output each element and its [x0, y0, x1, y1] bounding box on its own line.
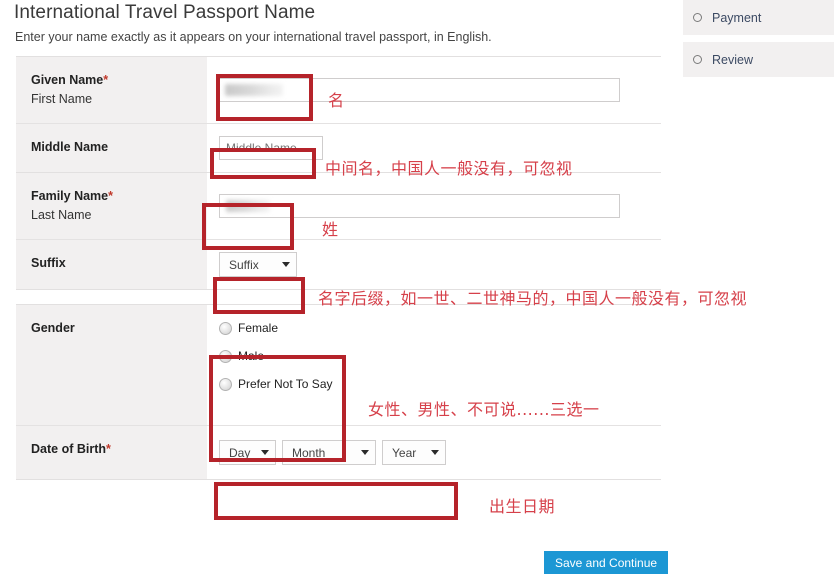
gender-option-female[interactable]: Female [219, 321, 333, 335]
circle-outline-icon [693, 55, 702, 64]
family-name-input[interactable] [219, 194, 620, 218]
suffix-select[interactable]: Suffix [219, 252, 297, 277]
sidebar-step-payment[interactable]: Payment [683, 0, 834, 35]
checkout-steps-sidebar: Payment Review [683, 0, 834, 77]
family-name-field-cell [207, 173, 661, 239]
annotation-text-suffix: 名字后缀，如一世、二世神马的，中国人一般没有，可忽视 [318, 289, 748, 308]
birth-day-value: Day [229, 445, 251, 460]
chevron-down-icon [361, 450, 369, 455]
form-row-date-of-birth: Date of Birth* Day Month Year [16, 425, 661, 479]
gender-option-prefer-not-to-say-label: Prefer Not To Say [238, 377, 333, 391]
given-name-label: Given Name* First Name [16, 57, 207, 123]
suffix-label-text: Suffix [31, 256, 66, 270]
radio-icon [219, 377, 232, 391]
birth-year-value: Year [392, 445, 417, 460]
save-and-continue-button[interactable]: Save and Continue [544, 551, 669, 574]
suffix-field-cell: Suffix [207, 239, 661, 289]
gender-radio-group: Female Male Prefer Not To Say [219, 319, 333, 393]
annotation-box-date-of-birth [214, 482, 458, 520]
chevron-down-icon [261, 450, 269, 455]
date-of-birth-label: Date of Birth* [16, 425, 207, 479]
radio-icon [219, 349, 232, 363]
annotation-text-middle-name: 中间名，中国人一般没有，可忽视 [325, 159, 573, 178]
gender-option-male-label: Male [238, 349, 265, 363]
given-name-label-text: Given Name [31, 73, 104, 87]
circle-outline-icon [693, 13, 702, 22]
date-of-birth-selects: Day Month Year [219, 440, 446, 465]
birth-year-select[interactable]: Year [382, 440, 446, 465]
family-name-sublabel: Last Name [31, 208, 92, 222]
family-name-label-text: Family Name [31, 189, 109, 203]
annotation-text-given-name: 名 [328, 91, 345, 110]
family-name-redacted-value [226, 200, 270, 212]
birth-day-select[interactable]: Day [219, 440, 276, 465]
chevron-down-icon [282, 262, 290, 267]
gender-option-male[interactable]: Male [219, 349, 333, 363]
middle-name-label: Middle Name [16, 123, 207, 172]
date-of-birth-label-text: Date of Birth [31, 442, 106, 456]
gender-label-text: Gender [31, 321, 75, 335]
required-asterisk: * [108, 189, 113, 203]
annotation-text-gender: 女性、男性、不可说......三选一 [368, 400, 600, 419]
annotation-text-family-name: 姓 [322, 220, 339, 239]
family-name-label: Family Name* Last Name [16, 173, 207, 239]
middle-name-label-text: Middle Name [31, 140, 109, 154]
gender-label: Gender [16, 305, 207, 425]
birth-month-value: Month [292, 445, 326, 460]
date-of-birth-field-cell: Day Month Year [207, 425, 661, 479]
gender-option-female-label: Female [238, 321, 279, 335]
form-row-suffix: Suffix Suffix [16, 239, 661, 289]
page-title: International Travel Passport Name [14, 2, 316, 23]
given-name-field-cell [207, 57, 661, 123]
suffix-label: Suffix [16, 239, 207, 289]
given-name-redacted-value [225, 84, 283, 96]
sidebar-step-review-label: Review [712, 52, 753, 67]
sidebar-step-payment-label: Payment [712, 10, 762, 25]
gender-option-prefer-not-to-say[interactable]: Prefer Not To Say [219, 377, 333, 391]
suffix-select-value: Suffix [229, 257, 259, 272]
required-asterisk: * [103, 73, 109, 87]
required-asterisk: * [106, 442, 111, 456]
step-separator [683, 35, 834, 42]
radio-icon [219, 321, 232, 335]
annotation-text-date-of-birth: 出生日期 [489, 497, 556, 516]
page-subtitle: Enter your name exactly as it appears on… [15, 30, 492, 44]
gender-dob-section: Gender Female Male Prefer Not To Say Dat… [16, 304, 661, 480]
chevron-down-icon [431, 450, 439, 455]
middle-name-input[interactable] [219, 136, 323, 160]
given-name-sublabel: First Name [31, 92, 93, 106]
sidebar-step-review[interactable]: Review [683, 42, 834, 77]
birth-month-select[interactable]: Month [282, 440, 376, 465]
